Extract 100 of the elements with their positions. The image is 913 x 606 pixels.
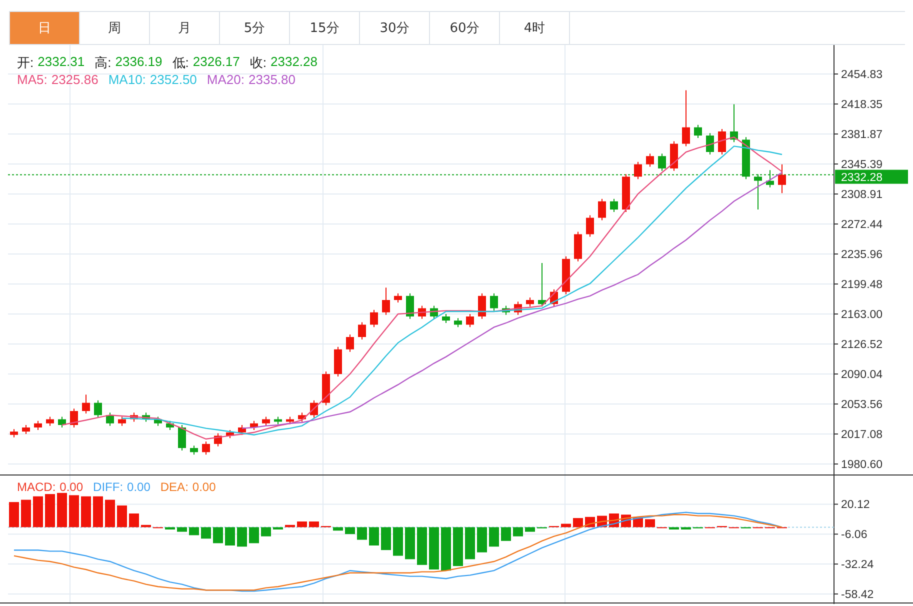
candlestick bbox=[310, 400, 318, 418]
candlestick bbox=[82, 394, 90, 414]
histogram-bar bbox=[297, 521, 307, 528]
candlestick bbox=[202, 440, 210, 456]
candlestick bbox=[298, 412, 306, 422]
quote-value: 2336.19 bbox=[115, 54, 162, 71]
histogram-bar bbox=[681, 527, 691, 530]
candlestick bbox=[406, 292, 414, 320]
axis-tick-label: 1980.60 bbox=[841, 459, 883, 471]
histogram-bar bbox=[465, 527, 475, 560]
candlestick bbox=[778, 164, 786, 194]
candlestick bbox=[94, 400, 102, 418]
candlestick bbox=[622, 174, 630, 213]
candlestick bbox=[550, 288, 558, 308]
candlestick bbox=[370, 309, 378, 328]
histogram-bar bbox=[489, 527, 499, 547]
histogram-bar bbox=[501, 527, 511, 541]
legend-label: MA10: bbox=[108, 72, 146, 87]
candlestick bbox=[670, 140, 678, 172]
ref-line-label: 2332.28 bbox=[841, 172, 883, 184]
candlestick bbox=[22, 424, 30, 435]
histogram-bar bbox=[417, 527, 427, 565]
candlestick bbox=[502, 305, 510, 316]
candlestick bbox=[154, 416, 162, 426]
candlestick bbox=[190, 445, 198, 456]
histogram-bar bbox=[381, 527, 391, 550]
candlestick bbox=[478, 292, 486, 320]
candlestick bbox=[166, 420, 174, 430]
candlestick bbox=[658, 153, 666, 172]
candlestick bbox=[106, 412, 114, 426]
histogram-bar bbox=[261, 527, 271, 536]
legend-value: 0.00 bbox=[192, 480, 216, 494]
candlestick bbox=[394, 292, 402, 303]
candlestick bbox=[322, 371, 330, 406]
histogram-bar bbox=[45, 494, 55, 528]
histogram-bar bbox=[561, 524, 571, 528]
candlestick bbox=[562, 256, 570, 295]
histogram-bar bbox=[333, 527, 343, 531]
histogram-bar bbox=[273, 527, 283, 530]
axis-tick-label: -58.42 bbox=[841, 588, 874, 601]
candlestick bbox=[646, 153, 654, 168]
histogram-bar bbox=[309, 521, 319, 528]
candlestick bbox=[634, 161, 642, 180]
legend-value: 0.00 bbox=[60, 480, 84, 494]
histogram-bar bbox=[189, 527, 199, 536]
quote-label: 开: bbox=[17, 54, 34, 72]
axis-tick-label: 2345.39 bbox=[841, 159, 883, 171]
histogram-bar bbox=[525, 527, 535, 532]
candlestick bbox=[586, 214, 594, 238]
histogram-bar bbox=[441, 527, 451, 571]
legend-value: 2352.50 bbox=[150, 72, 197, 87]
histogram-bar bbox=[237, 527, 247, 547]
candlestick bbox=[142, 412, 150, 422]
candlestick bbox=[178, 424, 186, 451]
candlestick bbox=[58, 416, 66, 428]
histogram-bar bbox=[165, 527, 175, 530]
histogram-bar bbox=[369, 527, 379, 546]
axis-tick-label: 2418.35 bbox=[841, 99, 883, 111]
histogram-bar bbox=[129, 513, 139, 528]
candlestick bbox=[574, 231, 582, 262]
histogram-bar bbox=[69, 495, 79, 528]
histogram-bar bbox=[669, 527, 679, 530]
candlestick bbox=[754, 174, 762, 210]
histogram-bar bbox=[9, 502, 19, 528]
legend-value: 0.00 bbox=[127, 480, 150, 494]
histogram-bar bbox=[477, 527, 487, 552]
axis-tick-label: 2235.96 bbox=[841, 249, 883, 261]
candlestick bbox=[286, 416, 294, 425]
candlestick bbox=[358, 322, 366, 340]
axis-tick-label: 2017.08 bbox=[841, 429, 883, 441]
quote-value: 2332.31 bbox=[38, 54, 85, 71]
axis-tick-label: 2272.44 bbox=[841, 219, 883, 231]
legend-value: 2325.86 bbox=[51, 72, 98, 87]
histogram-bar bbox=[285, 524, 295, 528]
legend-label: MA20: bbox=[206, 72, 244, 87]
axis-tick-label: -32.24 bbox=[841, 559, 874, 572]
candlestick bbox=[250, 420, 258, 430]
histogram-bar bbox=[429, 527, 439, 570]
candlestick bbox=[274, 416, 282, 425]
legend-label: DEA: bbox=[160, 480, 188, 494]
candlestick bbox=[694, 124, 702, 138]
axis-tick-label: -6.06 bbox=[841, 529, 868, 542]
axis-tick-label: 2163.00 bbox=[841, 309, 883, 321]
candlestick bbox=[454, 318, 462, 328]
histogram-bar bbox=[93, 496, 103, 528]
candlestick bbox=[610, 198, 618, 213]
candlestick bbox=[730, 104, 738, 143]
candlestick bbox=[706, 132, 714, 155]
legend-value: 2335.80 bbox=[248, 72, 296, 87]
axis-tick-label: 2053.56 bbox=[841, 399, 883, 411]
candlestick bbox=[214, 432, 222, 447]
candlestick bbox=[238, 424, 246, 436]
axis-tick-label: 2126.52 bbox=[841, 339, 883, 351]
axis-tick-label: 2090.04 bbox=[841, 369, 883, 381]
histogram-bar bbox=[573, 518, 583, 528]
histogram-bar bbox=[57, 492, 67, 528]
histogram-bar bbox=[81, 496, 91, 528]
candlestick bbox=[262, 416, 270, 426]
candlestick bbox=[526, 297, 534, 308]
candlestick bbox=[334, 346, 342, 377]
